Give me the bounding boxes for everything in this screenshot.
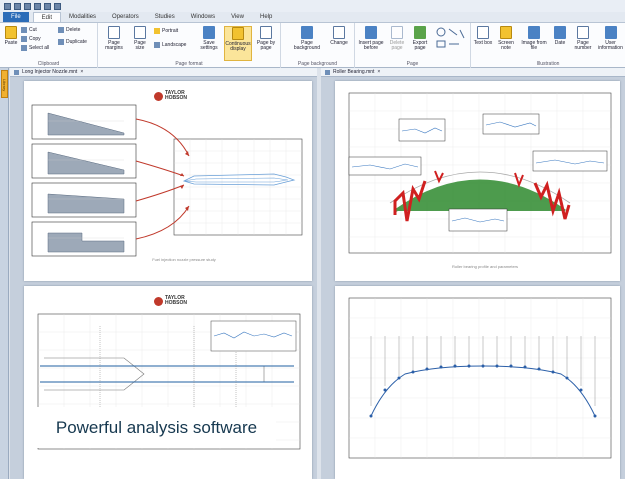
date-icon: [554, 26, 566, 39]
panel-tab-right[interactable]: Roller Bearing.mnt ×: [321, 68, 625, 77]
landscape-button[interactable]: Landscape: [154, 42, 186, 48]
page-margins-icon: [108, 26, 120, 39]
group-page-format: Page margins Page size Portrait Landscap…: [98, 23, 281, 68]
ribbon-tabs: File Edit Modalities Operators Studies W…: [0, 12, 625, 23]
copy-button[interactable]: Copy: [21, 36, 41, 42]
shapes-gallery-icon: [436, 27, 465, 48]
delete-button[interactable]: Delete: [58, 27, 80, 33]
shapes-gallery[interactable]: [435, 27, 467, 53]
app-window: File Edit Modalities Operators Studies W…: [0, 0, 625, 479]
group-label: Illustration: [536, 61, 560, 67]
report-page-3[interactable]: Roller bearing profile and parameters: [335, 81, 620, 281]
paste-icon: [5, 26, 17, 39]
nozzle-section-chart: [37, 313, 301, 450]
tab-file[interactable]: File: [3, 12, 29, 22]
select-all-icon: [21, 45, 27, 51]
select-all-button[interactable]: Select all: [21, 45, 49, 51]
date-button[interactable]: Date: [551, 26, 569, 46]
tab-view[interactable]: View: [223, 12, 252, 22]
change-icon: [333, 26, 345, 39]
document-panel-right: Roller Bearing.mnt × Roller bearing prof…: [321, 68, 625, 479]
continuous-display-button[interactable]: Continuous display: [224, 26, 252, 61]
tab-help[interactable]: Help: [252, 12, 280, 22]
group-label: Page format: [175, 61, 203, 67]
insert-page-icon: [365, 26, 377, 39]
page-by-page-icon: [260, 26, 272, 39]
tab-windows[interactable]: Windows: [183, 12, 223, 22]
tab-edit[interactable]: Edit: [32, 12, 62, 22]
save-icon[interactable]: [34, 2, 41, 10]
page-size-icon: [134, 26, 146, 39]
undo-icon[interactable]: [54, 2, 61, 10]
save-settings-icon: [203, 26, 215, 39]
report-page-2[interactable]: TAYLOR HOBSON: [24, 286, 312, 479]
side-panel: Library: [0, 68, 9, 479]
tab-modalities[interactable]: Modalities: [61, 12, 104, 22]
open-icon[interactable]: [24, 2, 31, 10]
copy-icon: [21, 36, 27, 42]
insert-page-before-button[interactable]: Insert page before: [357, 26, 385, 51]
page-size-button[interactable]: Page size: [130, 26, 150, 51]
tab-operators[interactable]: Operators: [104, 12, 147, 22]
image-icon: [528, 26, 540, 39]
nozzle-charts: [31, 104, 303, 257]
group-label: Clipboard: [37, 61, 60, 67]
delete-page-icon: [391, 26, 403, 39]
image-from-file-button[interactable]: Image from file: [519, 26, 549, 51]
report-page-4[interactable]: [335, 286, 620, 479]
save-settings-button[interactable]: Save settings: [198, 26, 220, 51]
page-background-button[interactable]: Page background: [291, 26, 323, 51]
group-page-background: Page background Change Page background: [281, 23, 355, 68]
page-caption: Fuel injection nozzle pressure study: [152, 257, 216, 262]
tab-studies[interactable]: Studies: [147, 12, 183, 22]
app-icon: [4, 2, 11, 10]
portrait-icon: [154, 28, 160, 34]
cut-button[interactable]: Cut: [21, 27, 37, 33]
bearing-points-chart: [348, 297, 612, 459]
delete-icon: [58, 27, 64, 33]
user-information-icon: [604, 26, 617, 39]
duplicate-icon: [58, 39, 64, 45]
text-box-button[interactable]: Text box: [473, 26, 493, 46]
ribbon: Paste Cut Copy Select all Delete Duplica…: [0, 23, 625, 68]
page-number-button[interactable]: Page number: [571, 26, 595, 51]
cut-icon: [21, 27, 27, 33]
close-icon[interactable]: ×: [377, 68, 380, 77]
library-tab[interactable]: Library: [1, 70, 8, 98]
page-number-icon: [577, 26, 589, 39]
continuous-display-icon: [232, 27, 244, 40]
text-box-icon: [477, 26, 489, 39]
group-illustration: Text box Screen note Image from file Dat…: [471, 23, 625, 68]
report-page-1[interactable]: TAYLOR HOBSON Fuel injection nozzle pres…: [24, 81, 312, 281]
landscape-icon: [154, 42, 160, 48]
delete-page-button[interactable]: Delete page: [386, 26, 408, 51]
page-background-icon: [301, 26, 313, 39]
portrait-button[interactable]: Portrait: [154, 28, 178, 34]
paste-button[interactable]: Paste: [3, 26, 19, 46]
document-icon: [325, 69, 330, 75]
user-information-button[interactable]: User information: [597, 26, 624, 51]
new-icon[interactable]: [14, 2, 21, 10]
group-label: Page background: [297, 61, 338, 67]
group-label: Page: [406, 61, 419, 67]
panel-tab-left[interactable]: Long Injector Nozzle.mnt ×: [10, 68, 317, 77]
page-caption: Roller bearing profile and parameters: [451, 264, 519, 269]
screen-note-icon: [500, 26, 512, 39]
group-clipboard: Paste Cut Copy Select all Delete Duplica…: [0, 23, 98, 68]
print-icon[interactable]: [44, 2, 51, 10]
bearing-profile-chart: [348, 92, 612, 254]
screen-note-button[interactable]: Screen note: [495, 26, 517, 51]
export-page-icon: [414, 26, 426, 39]
close-icon[interactable]: ×: [80, 68, 83, 77]
document-icon: [14, 69, 19, 75]
page-by-page-button[interactable]: Page by page: [254, 26, 278, 51]
overlay-banner: Powerful analysis software: [37, 407, 276, 448]
quick-access-toolbar: [0, 0, 625, 12]
change-button[interactable]: Change: [327, 26, 351, 46]
page-margins-button[interactable]: Page margins: [102, 26, 126, 51]
export-page-button[interactable]: Export page: [409, 26, 431, 51]
group-page: Insert page before Delete page Export pa…: [355, 23, 471, 68]
duplicate-button[interactable]: Duplicate: [58, 39, 87, 45]
